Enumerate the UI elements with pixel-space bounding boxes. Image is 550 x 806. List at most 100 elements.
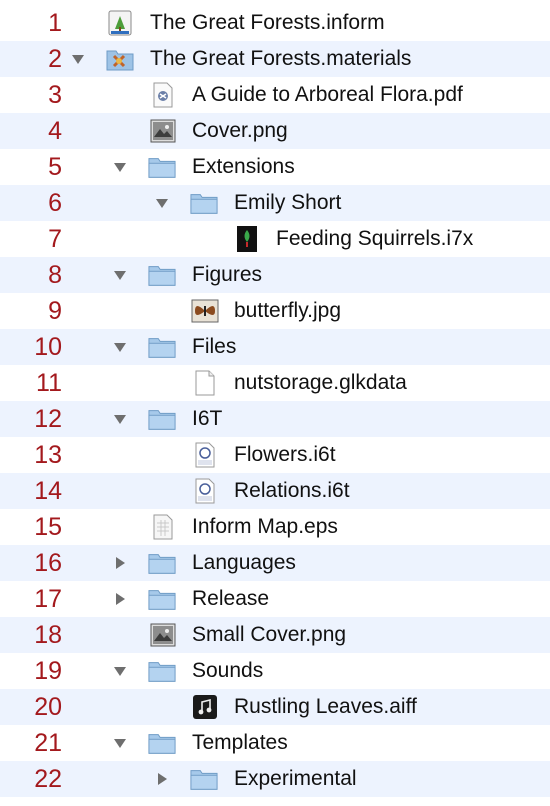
folder-icon [148, 153, 176, 181]
tree-row-17[interactable]: 17 Release [0, 581, 550, 617]
disclosure-triangle-expanded-icon[interactable] [109, 653, 131, 689]
tree-row-3[interactable]: 3 A Guide to Arboreal Flora.pdf [0, 77, 550, 113]
disclosure-triangle-expanded-icon[interactable] [109, 725, 131, 761]
tree-row-14[interactable]: 14 Relations.i6t [0, 473, 550, 509]
line-number: 3 [48, 81, 62, 109]
tree-row-1[interactable]: 1 The Great Forests.inform [0, 5, 550, 41]
tree-item-label: Release [192, 587, 270, 610]
line-number: 15 [34, 513, 62, 541]
disclosure-triangle-expanded-icon[interactable] [151, 185, 173, 221]
tree-item-label: Extensions [192, 155, 295, 178]
folder-icon [148, 585, 176, 613]
line-number: 20 [34, 693, 62, 721]
tree-item-label: Files [192, 335, 237, 358]
tree-row-2[interactable]: 2 The Great Forests.materials [0, 41, 550, 77]
tree-item-label: Small Cover.png [192, 623, 347, 646]
tree-item-label: Languages [192, 551, 296, 574]
tree-item-label: Figures [192, 263, 263, 286]
tree-item-label: Feeding Squirrels.i7x [276, 227, 474, 250]
disclosure-triangle-expanded-icon[interactable] [109, 329, 131, 365]
disclosure-triangle-collapsed-icon[interactable] [109, 545, 131, 581]
image-file-icon [149, 117, 177, 145]
tree-row-15[interactable]: 15 Inform Map.eps [0, 509, 550, 545]
tree-item-label: Cover.png [192, 119, 288, 142]
line-number: 18 [34, 621, 62, 649]
folder-icon [148, 405, 176, 433]
line-number: 5 [48, 153, 62, 181]
line-number: 8 [48, 261, 62, 289]
text-file-icon [191, 441, 219, 469]
folder-icon [148, 549, 176, 577]
line-number: 9 [48, 297, 62, 325]
line-number: 6 [48, 189, 62, 217]
tree-row-21[interactable]: 21 Templates [0, 725, 550, 761]
folder-icon [148, 729, 176, 757]
disclosure-triangle-collapsed-icon[interactable] [151, 761, 173, 797]
tree-item-label: nutstorage.glkdata [234, 371, 407, 394]
disclosure-triangle-collapsed-icon[interactable] [109, 581, 131, 617]
audio-file-icon [191, 693, 219, 721]
tree-item-label: Sounds [192, 659, 264, 682]
tree-row-19[interactable]: 19 Sounds [0, 653, 550, 689]
materials-folder-icon [106, 45, 134, 73]
tree-row-10[interactable]: 10 Files [0, 329, 550, 365]
line-number: 16 [34, 549, 62, 577]
i7x-extension-icon [233, 225, 261, 253]
tree-row-13[interactable]: 13 Flowers.i6t [0, 437, 550, 473]
line-number: 12 [34, 405, 62, 433]
line-number: 13 [34, 441, 62, 469]
tree-item-label: A Guide to Arboreal Flora.pdf [192, 83, 463, 106]
line-number: 11 [36, 369, 62, 397]
pdf-document-icon [149, 81, 177, 109]
tree-row-7[interactable]: 7 Feeding Squirrels.i7x [0, 221, 550, 257]
inform-project-icon [106, 9, 134, 37]
tree-item-label: Flowers.i6t [234, 443, 336, 466]
tree-row-11[interactable]: 11 nutstorage.glkdata [0, 365, 550, 401]
folder-icon [148, 333, 176, 361]
line-number: 1 [48, 9, 62, 37]
disclosure-triangle-expanded-icon[interactable] [109, 401, 131, 437]
line-number: 7 [48, 225, 62, 253]
line-number: 10 [34, 333, 62, 361]
line-number: 17 [34, 585, 62, 613]
disclosure-triangle-expanded-icon[interactable] [109, 149, 131, 185]
line-number: 21 [34, 729, 62, 757]
folder-icon [190, 765, 218, 793]
tree-row-12[interactable]: 12 I6T [0, 401, 550, 437]
tree-row-20[interactable]: 20 Rustling Leaves.aiff [0, 689, 550, 725]
folder-icon [190, 189, 218, 217]
tree-item-label: I6T [192, 407, 223, 430]
tree-row-8[interactable]: 8 Figures [0, 257, 550, 293]
tree-row-16[interactable]: 16 Languages [0, 545, 550, 581]
line-number: 4 [48, 117, 62, 145]
tree-item-label: Emily Short [234, 191, 342, 214]
tree-item-label: Experimental [234, 767, 357, 790]
tree-row-9[interactable]: 9 butterfly.jpg [0, 293, 550, 329]
tree-item-label: Inform Map.eps [192, 515, 338, 538]
line-number: 14 [34, 477, 62, 505]
butterfly-image-icon [191, 297, 219, 325]
tree-row-6[interactable]: 6 Emily Short [0, 185, 550, 221]
tree-row-18[interactable]: 18 Small Cover.png [0, 617, 550, 653]
eps-document-icon [149, 513, 177, 541]
tree-row-5[interactable]: 5 Extensions [0, 149, 550, 185]
line-number: 2 [48, 45, 62, 73]
folder-icon [148, 657, 176, 685]
blank-document-icon [191, 369, 219, 397]
text-file-icon [191, 477, 219, 505]
tree-item-label: Templates [192, 731, 288, 754]
tree-row-4[interactable]: 4 Cover.png [0, 113, 550, 149]
tree-item-label: The Great Forests.inform [150, 11, 385, 34]
disclosure-triangle-expanded-icon[interactable] [109, 257, 131, 293]
tree-item-label: The Great Forests.materials [150, 47, 412, 70]
tree-item-label: Relations.i6t [234, 479, 350, 502]
tree-item-label: butterfly.jpg [234, 299, 341, 322]
file-tree: 1 The Great Forests.inform 2 The Great F… [0, 0, 550, 806]
line-number: 22 [34, 765, 62, 793]
tree-item-label: Rustling Leaves.aiff [234, 695, 417, 718]
image-file-icon [149, 621, 177, 649]
disclosure-triangle-expanded-icon[interactable] [67, 41, 89, 77]
tree-row-22[interactable]: 22 Experimental [0, 761, 550, 797]
folder-icon [148, 261, 176, 289]
line-number: 19 [34, 657, 62, 685]
